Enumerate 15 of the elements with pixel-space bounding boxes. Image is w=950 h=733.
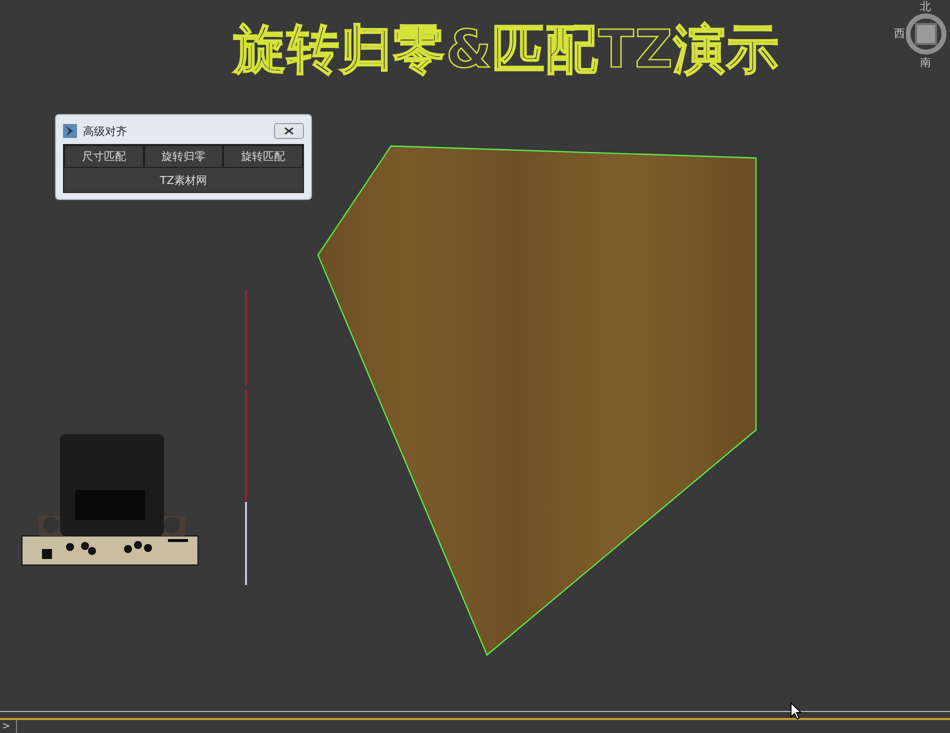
timeline-track[interactable] bbox=[0, 711, 950, 720]
compass-label[interactable]: 北 bbox=[919, 0, 932, 13]
viewcube-icon[interactable] bbox=[905, 13, 947, 55]
dialog-button[interactable]: 尺寸匹配 bbox=[64, 145, 144, 168]
dialog-button[interactable]: 旋转归零 bbox=[144, 145, 224, 168]
viewport-title: 旋转归零&匹配TZ演示 bbox=[234, 22, 780, 80]
dialog-title: 高级对齐 bbox=[83, 124, 128, 138]
close-button[interactable] bbox=[274, 123, 304, 139]
command-prompt[interactable]: > bbox=[0, 720, 17, 733]
compass-label[interactable]: 西 bbox=[893, 27, 906, 40]
dialog-button[interactable]: 旋转匹配 bbox=[223, 145, 304, 168]
mouse-cursor-icon bbox=[790, 702, 802, 720]
compass-label[interactable]: 南 bbox=[919, 56, 932, 69]
close-icon bbox=[284, 127, 294, 135]
app-logo-icon bbox=[63, 124, 77, 138]
